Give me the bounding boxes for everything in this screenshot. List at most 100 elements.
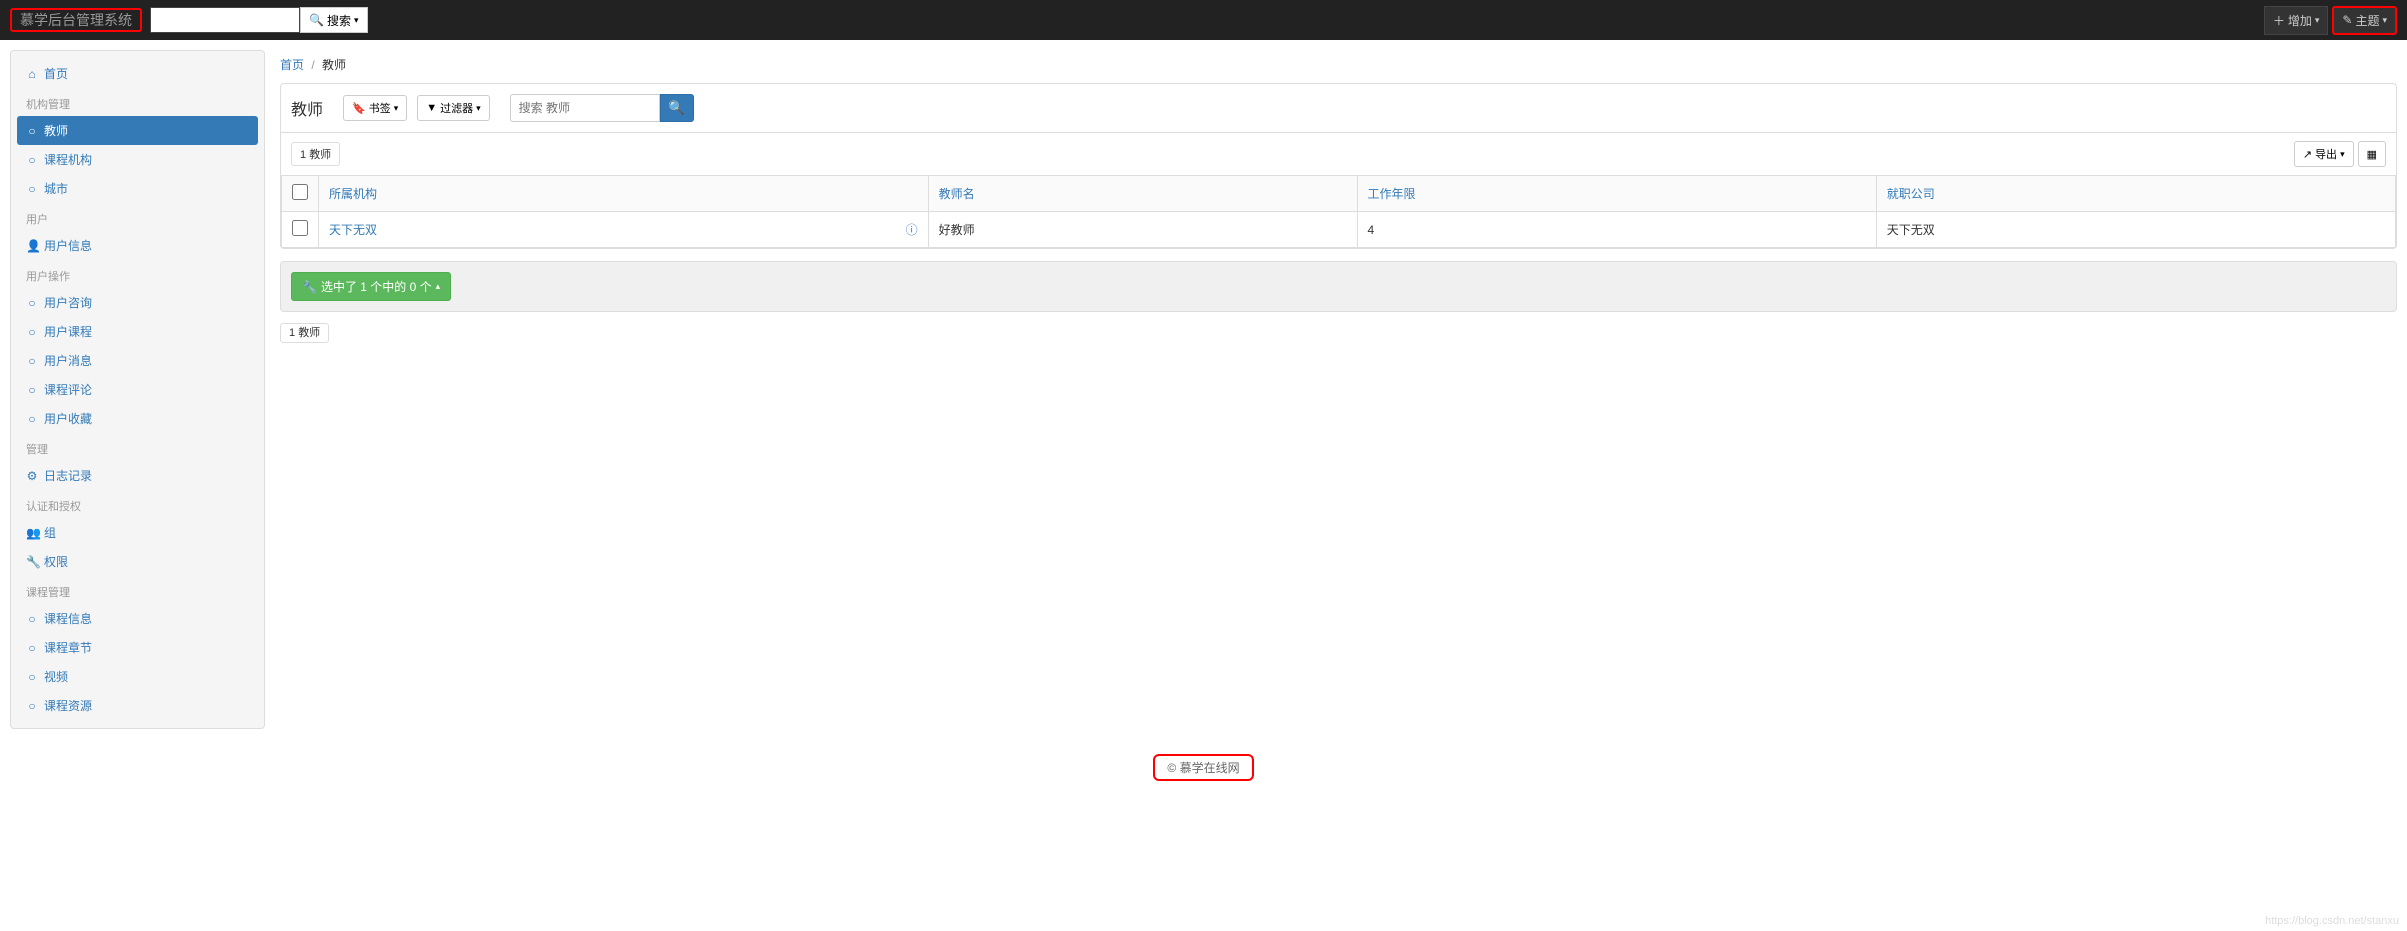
sidebar-item[interactable]: ○视频 [11, 662, 264, 691]
data-table: 所属机构 教师名 工作年限 就职公司 天下无双 ⓘ [281, 175, 2396, 248]
sidebar-item-icon: 👥 [26, 526, 38, 540]
sidebar-item-label: 课程章节 [44, 639, 92, 656]
sidebar-group-header: 认证和授权 [11, 490, 264, 518]
sidebar-item-label: 教师 [44, 122, 68, 139]
sidebar-item[interactable]: ⚙ 日志记录 [11, 461, 264, 490]
sidebar-item[interactable]: ○ 用户收藏 [11, 404, 264, 433]
breadcrumb-home[interactable]: 首页 [280, 58, 304, 72]
sidebar-item[interactable]: ○ 课程章节 [11, 633, 264, 662]
sidebar-item[interactable]: ○ 课程资源 [11, 691, 264, 720]
cell-years: 4 [1357, 212, 1876, 248]
sidebar-item-icon: ○ [26, 153, 38, 167]
col-company[interactable]: 就职公司 [1876, 176, 2395, 212]
sidebar-item-label: 用户收藏 [44, 410, 92, 427]
sidebar-item-label: 日志记录 [44, 467, 92, 484]
sidebar-item-label: 课程资源 [44, 697, 92, 714]
sidebar-item-label: 城市 [44, 180, 68, 197]
sidebar-item[interactable]: ○ 城市 [11, 174, 264, 203]
columns-icon: ▦ [2367, 148, 2377, 161]
caret-down-icon: ▾ [394, 103, 399, 114]
table-search: 🔍 [510, 94, 694, 122]
cell-company: 天下无双 [1876, 212, 2395, 248]
row-checkbox[interactable] [292, 220, 308, 236]
sidebar-item-icon: ⚙ [26, 469, 38, 483]
table-header-row: 所属机构 教师名 工作年限 就职公司 [282, 176, 2396, 212]
breadcrumb-current: 教师 [322, 58, 346, 72]
pencil-icon: ✎ [2342, 13, 2352, 27]
sidebar-item-icon: 👤 [26, 239, 38, 253]
sidebar: ⌂ 首页 机构管理○教师○课程机构○城市用户👤用户信息用户操作○用户咨询○用户课… [10, 50, 265, 729]
sidebar-item[interactable]: ○用户课程 [11, 317, 264, 346]
navbar-right: ＋ 增加 ▾ ✎ 主题 ▾ [2264, 6, 2397, 35]
caret-down-icon: ▾ [476, 103, 481, 114]
sidebar-home[interactable]: ⌂ 首页 [11, 59, 264, 88]
content: 首页 / 教师 教师 🔖 书签 ▾ ▼ 过滤器 ▾ [280, 50, 2397, 729]
footer-text: © 慕学在线网 [1153, 754, 1253, 781]
sidebar-item-icon: ○ [26, 641, 38, 655]
sidebar-item-label: 组 [44, 524, 56, 541]
sidebar-item-icon: ○ [26, 699, 38, 713]
filter-icon: ▼ [426, 102, 437, 114]
home-icon: ⌂ [26, 67, 38, 81]
sidebar-item-label: 权限 [44, 553, 68, 570]
sidebar-item-label: 用户课程 [44, 323, 92, 340]
col-years[interactable]: 工作年限 [1357, 176, 1876, 212]
table-search-button[interactable]: 🔍 [660, 94, 694, 122]
search-icon: 🔍 [668, 100, 685, 115]
caret-down-icon: ▾ [2382, 15, 2387, 26]
sidebar-item-label: 用户信息 [44, 237, 92, 254]
row-select-cell [282, 212, 319, 248]
col-org[interactable]: 所属机构 [319, 176, 929, 212]
sidebar-item-icon: ○ [26, 383, 38, 397]
page-title: 教师 [291, 96, 323, 120]
global-search-button[interactable]: 🔍 搜索 ▾ [300, 7, 368, 33]
table-search-input[interactable] [510, 94, 660, 122]
global-search: 🔍 搜索 ▾ [150, 7, 368, 33]
toolbar: 教师 🔖 书签 ▾ ▼ 过滤器 ▾ 🔍 [281, 84, 2396, 133]
export-button[interactable]: ↗ 导出 ▾ [2294, 141, 2354, 167]
sidebar-item-icon: ○ [26, 182, 38, 196]
caret-down-icon: ▾ [354, 15, 359, 26]
sidebar-item[interactable]: ○ 教师 [17, 116, 258, 145]
main-panel: 教师 🔖 书签 ▾ ▼ 过滤器 ▾ 🔍 [280, 83, 2397, 249]
sidebar-item[interactable]: ○用户咨询 [11, 288, 264, 317]
bulk-action-button[interactable]: 🔧 选中了 1 个中的 0 个 ▴ [291, 272, 451, 301]
cell-name: 好教师 [928, 212, 1357, 248]
sidebar-item[interactable]: 👤 用户信息 [11, 231, 264, 260]
col-name[interactable]: 教师名 [928, 176, 1357, 212]
sidebar-item[interactable]: 🔧 权限 [11, 547, 264, 576]
sidebar-item-icon: ○ [26, 296, 38, 310]
sidebar-item[interactable]: ○用户消息 [11, 346, 264, 375]
caret-down-icon: ▾ [2315, 15, 2320, 26]
sidebar-item-label: 课程评论 [44, 381, 92, 398]
sidebar-group-header: 机构管理 [11, 88, 264, 116]
plus-icon: ＋ [2273, 12, 2285, 29]
bookmark-icon: 🔖 [352, 102, 366, 115]
filter-button[interactable]: ▼ 过滤器 ▾ [417, 95, 489, 121]
sidebar-item-icon: 🔧 [26, 555, 38, 569]
sidebar-item[interactable]: ○课程机构 [11, 145, 264, 174]
search-icon: 🔍 [309, 13, 324, 27]
sidebar-group-header: 用户操作 [11, 260, 264, 288]
columns-button[interactable]: ▦ [2358, 141, 2386, 167]
sidebar-item[interactable]: ○课程信息 [11, 604, 264, 633]
select-all-cell [282, 176, 319, 212]
sidebar-item-icon: ○ [26, 412, 38, 426]
bookmark-button[interactable]: 🔖 书签 ▾ [343, 95, 407, 121]
table-row: 天下无双 ⓘ 好教师 4 天下无双 [282, 212, 2396, 248]
theme-button[interactable]: ✎ 主题 ▾ [2332, 6, 2397, 35]
sidebar-item[interactable]: 👥组 [11, 518, 264, 547]
global-search-input[interactable] [150, 7, 300, 33]
caret-up-icon: ▴ [436, 281, 441, 292]
add-button[interactable]: ＋ 增加 ▾ [2264, 6, 2329, 35]
right-actions: ↗ 导出 ▾ ▦ [2294, 141, 2386, 167]
brand-title: 慕学后台管理系统 [10, 8, 142, 32]
org-link[interactable]: 天下无双 [329, 223, 377, 237]
sidebar-item-icon: ○ [26, 124, 38, 138]
info-icon[interactable]: ⓘ [906, 221, 918, 238]
count-badge-footer: 1 教师 [280, 323, 329, 343]
sub-toolbar: 1 教师 ↗ 导出 ▾ ▦ [281, 133, 2396, 175]
sidebar-group-header: 课程管理 [11, 576, 264, 604]
sidebar-item[interactable]: ○ 课程评论 [11, 375, 264, 404]
select-all-checkbox[interactable] [292, 184, 308, 200]
